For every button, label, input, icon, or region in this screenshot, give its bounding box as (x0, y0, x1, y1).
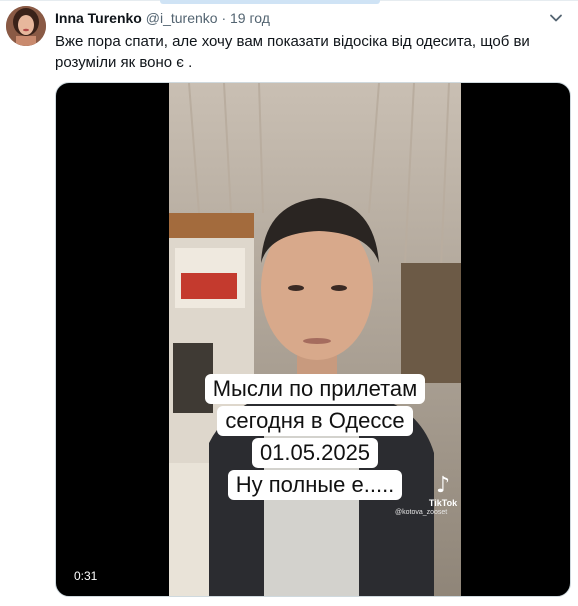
caption-line: сегодня в Одессе (217, 406, 413, 436)
video-player[interactable]: Мысли по прилетам сегодня в Одессе 01.05… (55, 82, 571, 597)
caption-line: Мысли по прилетам (204, 374, 426, 404)
avatar[interactable] (6, 6, 46, 46)
tiktok-brand: TikTok (428, 498, 458, 508)
new-tweets-indicator (160, 0, 380, 4)
caption-line: Ну полные е..... (227, 470, 403, 500)
tiktok-icon: ♪ (435, 473, 451, 498)
tweet-text: Вже пора спати, але хочу вам показати ві… (55, 33, 530, 71)
video-frame: Мысли по прилетам сегодня в Одессе 01.05… (169, 83, 461, 596)
tiktok-username: @kotova_zooset (395, 509, 448, 516)
separator-dot: · (221, 10, 227, 26)
video-caption: Мысли по прилетам сегодня в Одессе 01.05… (181, 373, 449, 501)
caption-line: 01.05.2025 (251, 438, 379, 468)
author-name[interactable]: Inna Turenko (55, 10, 142, 26)
video-duration: 0:31 (74, 569, 98, 583)
chevron-down-icon[interactable] (546, 8, 566, 28)
tweet-timestamp[interactable]: 19 год (230, 10, 270, 26)
author-handle[interactable]: @i_turenko (146, 10, 218, 26)
tweet-header: Inna Turenko @i_turenko · 19 год (55, 9, 270, 27)
tiktok-watermark: ♪ TikTok (423, 475, 461, 509)
